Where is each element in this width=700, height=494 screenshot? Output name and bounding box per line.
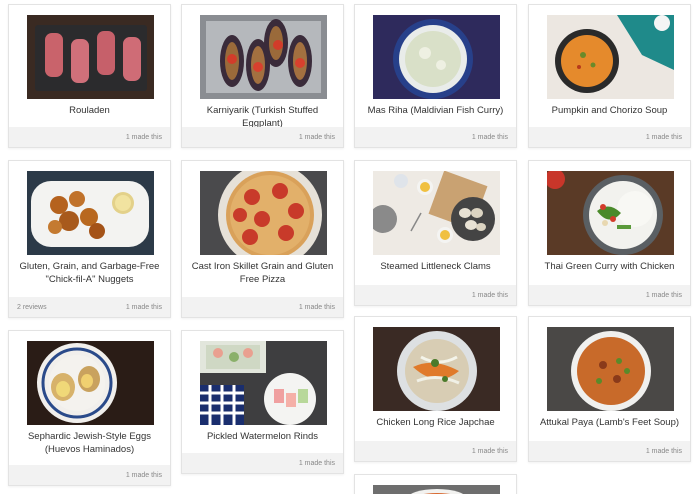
recipe-card[interactable]: Cast Iron Skillet Grain and Gluten Free … — [181, 160, 344, 318]
recipe-title[interactable]: Rouladen — [13, 104, 166, 117]
recipe-card[interactable]: Karniyarik (Turkish Stuffed Eggplant) 1 … — [181, 4, 344, 148]
recipe-photo[interactable] — [200, 171, 327, 255]
made-count: 1 made this — [298, 304, 335, 311]
recipe-title[interactable]: Mas Riha (Maldivian Fish Curry) — [359, 104, 512, 117]
recipe-card[interactable]: Mas Riha (Maldivian Fish Curry) 1 made t… — [354, 4, 517, 148]
recipe-photo[interactable] — [547, 327, 674, 411]
recipe-photo[interactable] — [200, 15, 327, 99]
recipe-title[interactable]: Chicken Long Rice Japchae — [359, 416, 512, 429]
recipe-title[interactable]: Thai Green Curry with Chicken — [533, 260, 686, 273]
recipe-photo[interactable] — [27, 341, 154, 425]
recipe-photo[interactable] — [547, 15, 674, 99]
recipe-card[interactable] — [354, 474, 517, 494]
recipe-photo[interactable] — [373, 485, 500, 494]
made-count: 1 made this — [471, 134, 508, 141]
made-count: 1 made this — [645, 292, 682, 299]
recipe-title[interactable]: Pumpkin and Chorizo Soup — [533, 104, 686, 117]
card-footer: 1 made this — [182, 127, 343, 147]
made-count: 1 made this — [645, 134, 682, 141]
recipe-photo[interactable] — [27, 15, 154, 99]
card-footer: 1 made this — [182, 297, 343, 317]
recipe-title[interactable]: Cast Iron Skillet Grain and Gluten Free … — [186, 260, 339, 286]
card-footer: 1 made this — [182, 453, 343, 473]
recipe-title[interactable]: Gluten, Grain, and Garbage-Free "Chick-f… — [13, 260, 166, 286]
recipe-card[interactable]: Gluten, Grain, and Garbage-Free "Chick-f… — [8, 160, 171, 318]
card-footer: 1 made this — [355, 285, 516, 305]
recipe-card[interactable]: Rouladen 1 made this — [8, 4, 171, 148]
made-count: 1 made this — [298, 134, 335, 141]
card-footer: 1 made this — [529, 127, 690, 147]
recipe-title[interactable]: Sephardic Jewish-Style Eggs (Huevos Hami… — [13, 430, 166, 456]
recipe-title[interactable]: Attukal Paya (Lamb's Feet Soup) — [533, 416, 686, 429]
card-footer: 1 made this — [529, 285, 690, 305]
made-count: 1 made this — [471, 292, 508, 299]
recipe-photo[interactable] — [200, 341, 327, 425]
recipe-card[interactable]: Steamed Littleneck Clams 1 made this — [354, 160, 517, 306]
made-count: 1 made this — [471, 448, 508, 455]
recipe-photo[interactable] — [373, 327, 500, 411]
recipe-photo[interactable] — [373, 15, 500, 99]
card-footer: 2 reviews 1 made this — [9, 297, 170, 317]
recipe-card[interactable]: Thai Green Curry with Chicken 1 made thi… — [528, 160, 691, 306]
recipe-card[interactable]: Chicken Long Rice Japchae 1 made this — [354, 316, 517, 462]
card-footer: 1 made this — [355, 127, 516, 147]
card-footer: 1 made this — [529, 441, 690, 461]
recipe-card[interactable]: Pickled Watermelon Rinds 1 made this — [181, 330, 344, 474]
card-footer: 1 made this — [9, 465, 170, 485]
recipe-photo[interactable] — [547, 171, 674, 255]
recipe-card[interactable]: Attukal Paya (Lamb's Feet Soup) 1 made t… — [528, 316, 691, 462]
recipe-card[interactable]: Sephardic Jewish-Style Eggs (Huevos Hami… — [8, 330, 171, 486]
made-count: 1 made this — [125, 304, 162, 311]
made-count: 1 made this — [125, 472, 162, 479]
card-footer: 1 made this — [355, 441, 516, 461]
reviews-count[interactable]: 2 reviews — [17, 304, 47, 311]
made-count: 1 made this — [125, 134, 162, 141]
made-count: 1 made this — [645, 448, 682, 455]
recipe-photo[interactable] — [373, 171, 500, 255]
card-footer: 1 made this — [9, 127, 170, 147]
recipe-title[interactable]: Steamed Littleneck Clams — [359, 260, 512, 273]
recipe-card[interactable]: Pumpkin and Chorizo Soup 1 made this — [528, 4, 691, 148]
recipe-photo[interactable] — [27, 171, 154, 255]
recipe-title[interactable]: Pickled Watermelon Rinds — [186, 430, 339, 443]
made-count: 1 made this — [298, 460, 335, 467]
